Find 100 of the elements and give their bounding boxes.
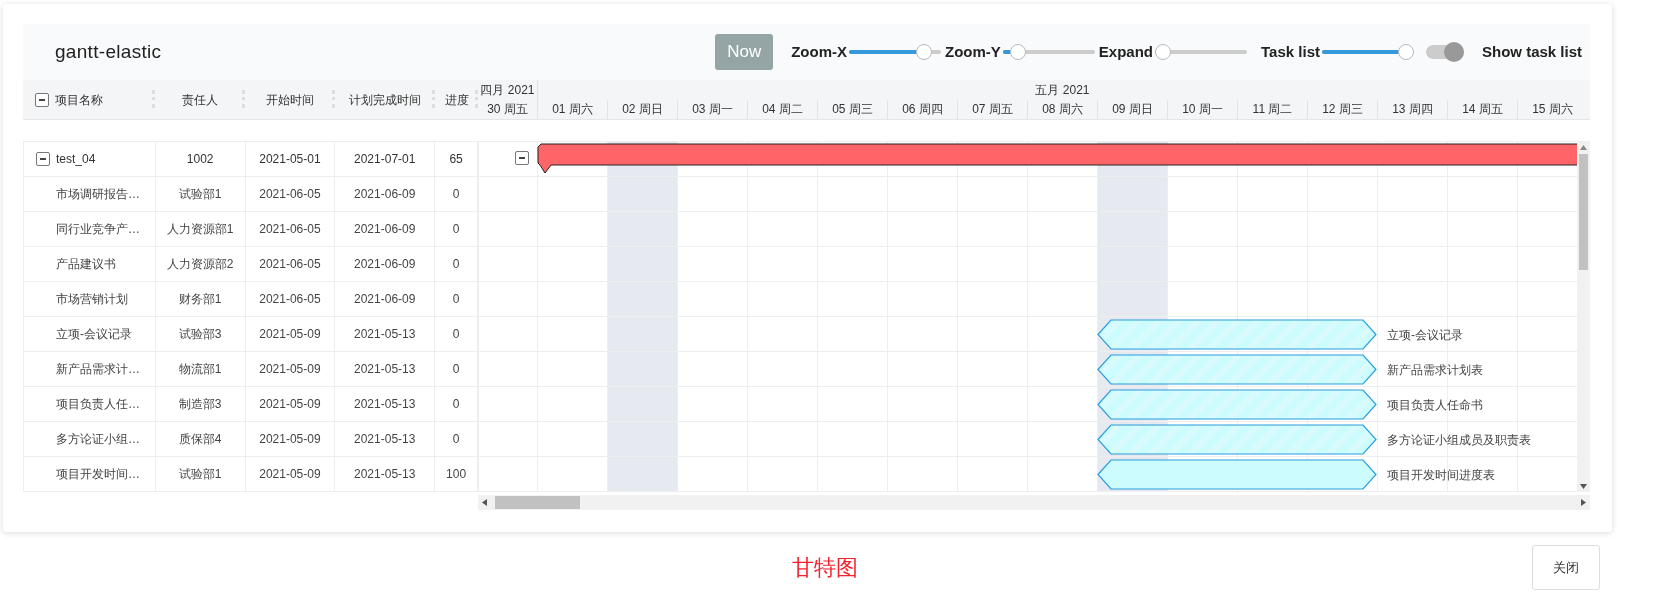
- task-name: 市场营销计划: [56, 291, 128, 308]
- date-cell: 2021-05-09: [245, 457, 336, 491]
- owner-cell: 财务部1: [155, 282, 246, 316]
- right-arrow-icon[interactable]: [1581, 499, 1586, 506]
- month-header: 五月 2021: [1035, 81, 1090, 99]
- task-name: 立项-会议记录: [56, 326, 132, 343]
- day-header: 01 周六: [537, 99, 607, 119]
- date-cell: 2021-07-01: [335, 142, 436, 176]
- up-arrow-icon[interactable]: [1580, 145, 1587, 150]
- task-name: 新产品需求计…: [56, 361, 140, 378]
- day-header: 30 周五: [486, 101, 529, 119]
- day-header: 02 周日: [607, 99, 677, 119]
- slider[interactable]: [1321, 44, 1414, 60]
- date-cell: 2021-06-05: [245, 177, 336, 211]
- scrollbar-thumb[interactable]: [1579, 154, 1588, 270]
- bar-label: 立项-会议记录: [1387, 327, 1463, 344]
- progress-cell: 0: [435, 282, 478, 316]
- caption: 甘特图: [792, 554, 858, 582]
- column-header: 开始时间: [266, 91, 314, 109]
- date-cell: 2021-06-09: [335, 212, 436, 246]
- date-cell: 2021-06-05: [245, 212, 336, 246]
- slider[interactable]: [1155, 44, 1248, 60]
- date-cell: 2021-05-13: [335, 387, 436, 421]
- app-title: gantt-elastic: [55, 39, 162, 64]
- date-cell: 2021-05-13: [335, 317, 436, 351]
- owner-cell: 试验部3: [155, 317, 246, 351]
- bar-label: 新产品需求计划表: [1387, 362, 1483, 379]
- progress-cell: 0: [435, 212, 478, 246]
- date-cell: 2021-05-09: [245, 352, 336, 386]
- date-cell: 2021-06-09: [335, 247, 436, 281]
- down-arrow-icon[interactable]: [1580, 484, 1587, 489]
- date-cell: 2021-05-09: [245, 422, 336, 456]
- collapse-all-button[interactable]: [35, 92, 49, 107]
- day-header: 14 周五: [1447, 99, 1517, 119]
- progress-cell: 0: [435, 387, 478, 421]
- slider-label: Zoom-Y: [945, 41, 1001, 62]
- task-name: 项目开发时间…: [56, 466, 140, 483]
- column-header: 进度: [444, 91, 469, 109]
- slider-label: Task list: [1261, 41, 1320, 62]
- day-header: 05 周三: [817, 99, 887, 119]
- progress-cell: 100: [435, 457, 478, 491]
- progress-cell: 0: [435, 422, 478, 456]
- owner-cell: 质保部4: [155, 422, 246, 456]
- slider[interactable]: [849, 44, 942, 60]
- bar-label: 多方论证小组成员及职责表: [1387, 432, 1531, 449]
- day-header: 13 周四: [1377, 99, 1447, 119]
- day-header: 04 周二: [747, 99, 817, 119]
- task-bar[interactable]: [1097, 389, 1377, 420]
- owner-cell: 物流部1: [155, 352, 246, 386]
- task-name: 产品建议书: [56, 256, 116, 273]
- column-header: 项目名称: [55, 91, 103, 109]
- progress-cell: 0: [435, 317, 478, 351]
- task-bar[interactable]: [1097, 319, 1377, 350]
- day-header: 07 周五: [957, 99, 1027, 119]
- day-header: 11 周二: [1237, 99, 1307, 119]
- task-bar[interactable]: [1097, 459, 1377, 490]
- task-name: test_04: [56, 151, 96, 168]
- task-bar[interactable]: [1097, 424, 1377, 455]
- date-cell: 2021-05-13: [335, 457, 436, 491]
- day-header: 15 周六: [1517, 99, 1587, 119]
- date-cell: 2021-05-13: [335, 352, 436, 386]
- slider-label: Zoom-X: [791, 41, 848, 62]
- date-cell: 2021-05-01: [245, 142, 336, 176]
- slider[interactable]: [1002, 44, 1095, 60]
- task-name: 项目负责人任…: [56, 396, 140, 413]
- owner-cell: 试验部1: [155, 457, 246, 491]
- date-cell: 2021-05-13: [335, 422, 436, 456]
- collapse-button[interactable]: [515, 151, 529, 165]
- owner-cell: 1002: [155, 142, 246, 176]
- scrollbar-thumb[interactable]: [495, 496, 580, 509]
- date-cell: 2021-06-09: [335, 177, 436, 211]
- column-header: 责任人: [182, 91, 218, 109]
- day-header: 12 周三: [1307, 99, 1377, 119]
- collapse-button[interactable]: [36, 152, 50, 166]
- owner-cell: 试验部1: [155, 177, 246, 211]
- slider-label: Expand: [1098, 41, 1154, 62]
- date-cell: 2021-06-05: [245, 247, 336, 281]
- bar-label: 项目负责人任命书: [1387, 397, 1483, 414]
- progress-cell: 0: [435, 177, 478, 211]
- day-header: 06 周四: [887, 99, 957, 119]
- date-cell: 2021-05-09: [245, 387, 336, 421]
- progress-cell: 65: [435, 142, 478, 176]
- left-arrow-icon[interactable]: [482, 499, 487, 506]
- day-header: 10 周一: [1167, 99, 1237, 119]
- owner-cell: 人力资源部1: [155, 212, 246, 246]
- toggle-switch[interactable]: [1425, 42, 1464, 62]
- owner-cell: 人力资源部2: [155, 247, 246, 281]
- date-cell: 2021-05-09: [245, 317, 336, 351]
- project-bar[interactable]: [537, 143, 1577, 173]
- toggle-label: Show task list: [1481, 41, 1582, 62]
- progress-cell: 0: [435, 352, 478, 386]
- close-button[interactable]: 关闭: [1532, 545, 1600, 590]
- task-bar[interactable]: [1097, 354, 1377, 385]
- horizontal-scrollbar[interactable]: [478, 495, 1590, 510]
- date-cell: 2021-06-05: [245, 282, 336, 316]
- day-header: 03 周一: [677, 99, 747, 119]
- vertical-scrollbar[interactable]: [1577, 142, 1590, 492]
- task-name: 市场调研报告…: [56, 186, 140, 203]
- task-name: 多方论证小组…: [56, 431, 140, 448]
- date-cell: 2021-06-09: [335, 282, 436, 316]
